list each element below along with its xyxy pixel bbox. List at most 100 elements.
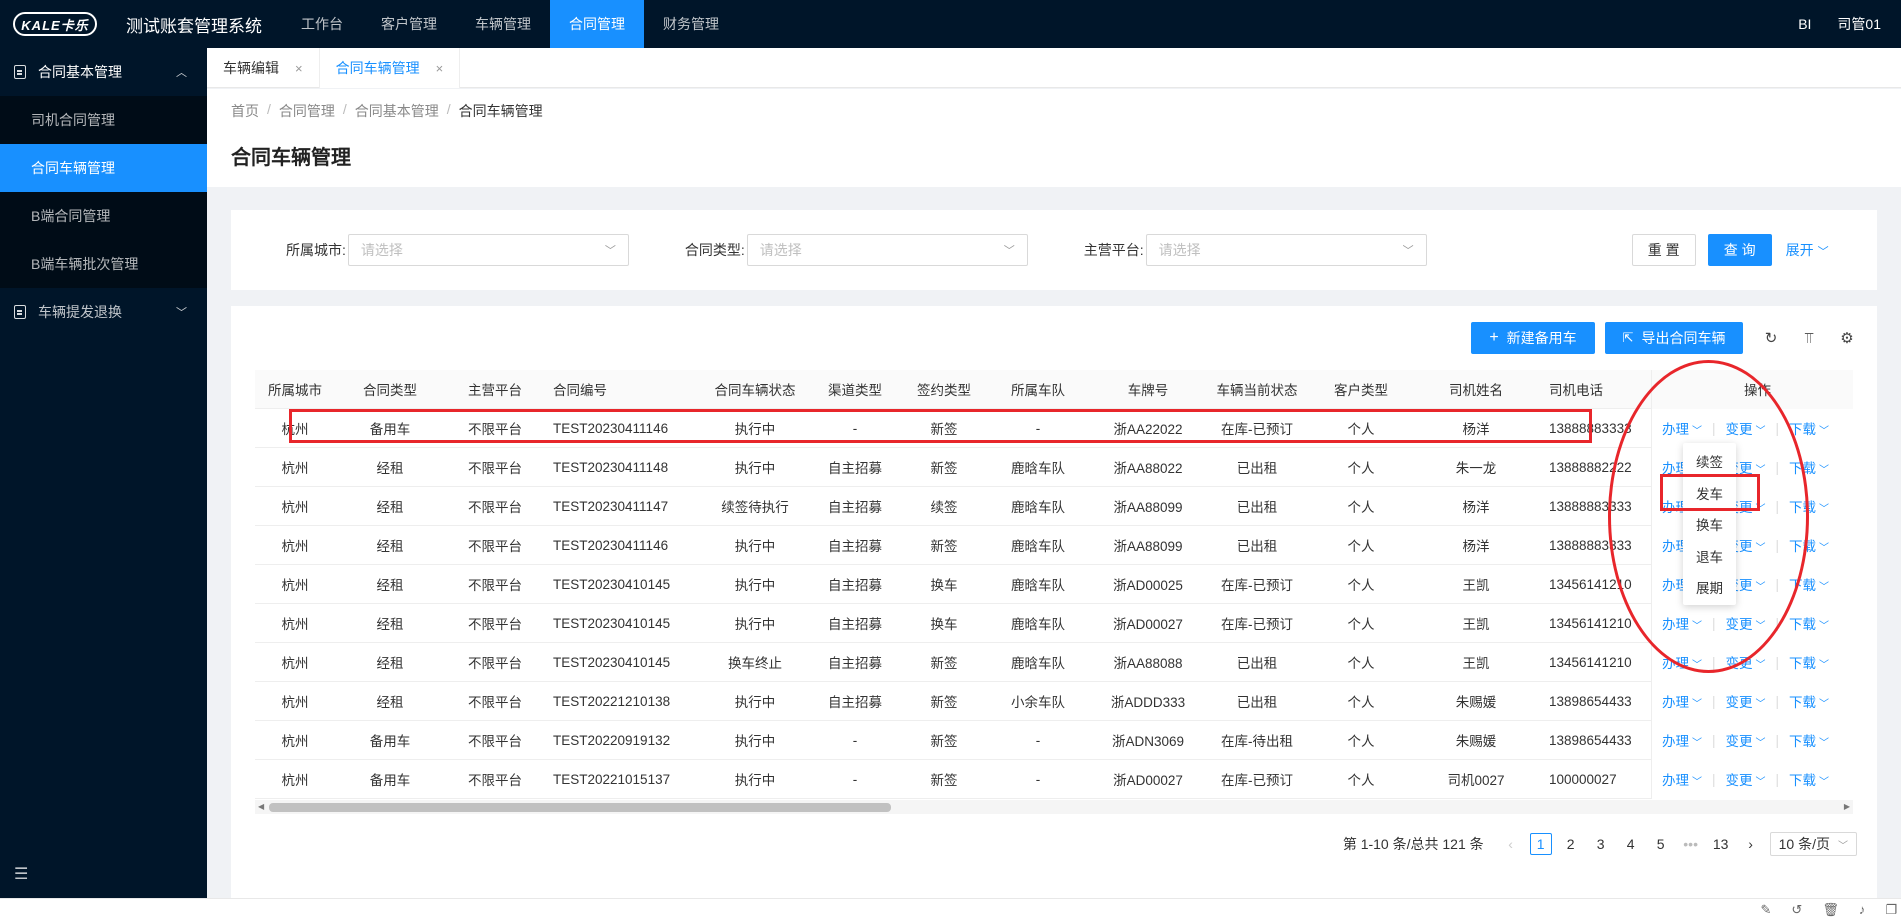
table-cell: 浙AD00027 [1113,773,1183,788]
topnav-customer[interactable]: 客户管理 [362,0,456,48]
platform-label: 主营平台: [1083,242,1144,258]
table-cell: 鹿晗车队 [1011,500,1065,515]
page-3[interactable]: 3 [1590,833,1612,855]
new-spare-car-button[interactable]: + 新建备用车 [1471,322,1595,354]
table-cell: 浙AA88099 [1113,539,1183,554]
handle-action[interactable]: 办理﹀ [1662,691,1702,711]
chevron-up-icon: ︿ [176,67,187,79]
table-cell: 自主招募 [828,617,882,632]
table-row[interactable]: 杭州 经租 不限平台 TEST20230410145 换车终止 自主招募 新签 鹿晗车队 浙AA… [255,642,1853,682]
download-action[interactable]: 下载 ﹀ [1789,418,1829,438]
page-5[interactable]: 5 [1650,833,1672,855]
horizontal-scrollbar[interactable]: ◀ ▶ [255,800,1853,814]
tab-vehicle-edit[interactable]: 车辆编辑 × [207,48,320,88]
table-cell: 不限平台 [468,539,522,554]
table-cell: 换车 [930,578,958,593]
refresh-icon[interactable]: ↻ [1761,328,1781,348]
scroll-thumb[interactable] [269,803,891,812]
download-action[interactable]: 下载 ﹀ [1789,652,1829,672]
table-cell: 13898654433 [1549,732,1632,748]
column-header: 合同车辆状态 [714,383,796,398]
page-13[interactable]: 13 [1710,833,1732,855]
platform-placeholder: 请选择 [1158,242,1201,258]
tab-contract-vehicle[interactable]: 合同车辆管理 × [319,48,461,88]
history-icon[interactable]: ↺ [1791,902,1802,918]
sidebar-item-contract-vehicle[interactable]: 合同车辆管理 [0,144,207,192]
annotation-row-highlight [289,409,1592,443]
city-select[interactable]: 请选择 ﹀ [347,234,629,266]
table-cell: 备用车 [369,773,411,788]
export-button[interactable]: ⇱ 导出合同车辆 [1605,322,1743,354]
table-row[interactable]: 杭州 备用车 不限平台 TEST20220919132 执行中 - 新签 - 浙ADN3069 在… [255,720,1853,760]
scroll-right-icon[interactable]: ▶ [1844,800,1850,814]
prev-page-icon[interactable]: ‹ [1500,833,1522,855]
logo[interactable]: KALE卡乐 [0,0,110,48]
platform-select[interactable]: 请选择 ﹀ [1145,234,1427,266]
breadcrumb-contract-basic[interactable]: 合同基本管理 [355,101,439,121]
handle-action-label: 办理 [1662,773,1689,788]
window-icon[interactable]: ❐ [1885,902,1897,918]
topnav-workbench[interactable]: 工作台 [282,0,362,48]
breadcrumb-home[interactable]: 首页 [231,101,259,121]
pin-icon[interactable]: ✎ [1761,902,1772,918]
document-icon [14,305,26,319]
page-title: 合同车辆管理 [231,147,351,169]
download-action[interactable]: 下载 ﹀ [1789,769,1829,789]
density-icon[interactable]: ⫪ [1799,328,1819,348]
contract-type-select[interactable]: 请选择 ﹀ [746,234,1028,266]
table-row[interactable]: 杭州 备用车 不限平台 TEST20221015137 执行中 - 新签 - 浙AD00027 在… [255,759,1853,799]
topnav-vehicle[interactable]: 车辆管理 [456,0,550,48]
sidebar-item-b-vehicle-batch[interactable]: B端车辆批次管理 [0,240,207,288]
user-menu[interactable]: 司管01 [1837,14,1881,34]
table-cell: 新签 [930,656,958,671]
download-action[interactable]: 下载 ﹀ [1789,691,1829,711]
sound-icon[interactable]: ♪ [1859,902,1866,918]
table-row[interactable]: 杭州 经租 不限平台 TEST20221210138 执行中 自主招募 新签 小余车队 浙ADD… [255,681,1853,721]
topnav-finance[interactable]: 财务管理 [644,0,738,48]
scroll-left-icon[interactable]: ◀ [258,800,264,814]
sidebar-item-driver-contract[interactable]: 司机合同管理 [0,96,207,144]
reset-button[interactable]: 重 置 [1631,234,1696,266]
table-row[interactable]: 杭州 经租 不限平台 TEST20230410145 执行中 自主招募 换车 鹿晗车队 浙AD0… [255,603,1853,643]
table-cell: 朱赐媛 [1455,734,1497,749]
bi-link[interactable]: BI [1798,16,1811,32]
column-header: 司机电话 [1549,383,1603,398]
breadcrumb-contract[interactable]: 合同管理 [279,101,335,121]
change-action[interactable]: 变更 ﹀ [1726,730,1766,750]
close-icon[interactable]: × [295,61,303,76]
table-cell: 续签 [930,500,958,515]
sidebar-group-vehicle-dispatch[interactable]: 车辆提发退换 ﹀ [0,288,207,336]
chevron-down-icon: ﹀ [1692,777,1702,788]
download-action[interactable]: 下载 ﹀ [1789,613,1829,633]
expand-link[interactable]: 展开 ﹀ [1786,240,1829,260]
table-cell: 自主招募 [828,578,882,593]
page-size-select[interactable]: 10 条/页 ﹀ [1769,832,1857,856]
change-action[interactable]: 变更 ﹀ [1726,691,1766,711]
handle-action[interactable]: 办理﹀ [1662,730,1702,750]
table-cell: 经租 [376,578,404,593]
close-icon[interactable]: × [436,61,444,76]
column-header: 车牌号 [1127,383,1169,398]
export-label: 导出合同车辆 [1641,330,1726,346]
next-page-icon[interactable]: › [1740,833,1762,855]
chevron-down-icon: ﹀ [1819,504,1830,515]
pagination: 第 1-10 条/总共 121 条 ‹ 1 2 3 4 5 ••• 13 › 1… [1343,832,1857,856]
table-cell: 鹿晗车队 [1011,461,1065,476]
trash-icon[interactable]: 🗑 [1822,902,1839,918]
handle-action[interactable]: 办理﹀ [1662,769,1702,789]
table-cell: 经租 [376,695,404,710]
page-ellipsis[interactable]: ••• [1680,833,1702,855]
page-1[interactable]: 1 [1529,833,1552,855]
table-cell: 杭州 [281,461,309,476]
table-cell: 已出租 [1236,695,1278,710]
sidebar-item-b-contract[interactable]: B端合同管理 [0,192,207,240]
query-button[interactable]: 查 询 [1707,234,1772,266]
page-4[interactable]: 4 [1620,833,1642,855]
settings-icon[interactable]: ⚙ [1837,328,1857,348]
download-action[interactable]: 下载 ﹀ [1789,730,1829,750]
sidebar-group-contract-basic[interactable]: 合同基本管理 ︿ [0,48,207,96]
collapse-menu-icon[interactable]: ☰ [14,864,28,884]
page-2[interactable]: 2 [1560,833,1582,855]
topnav-contract[interactable]: 合同管理 [550,0,644,48]
change-action[interactable]: 变更 ﹀ [1726,769,1766,789]
